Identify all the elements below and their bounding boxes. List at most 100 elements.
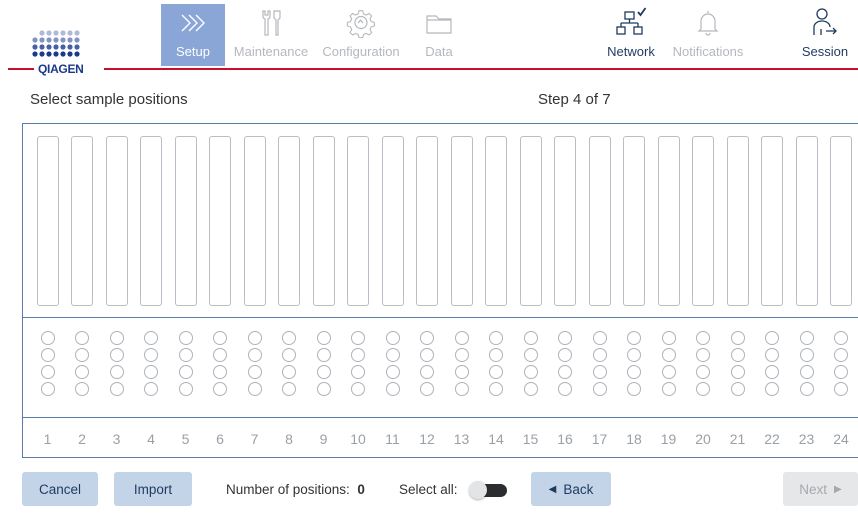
sample-strip[interactable] xyxy=(657,136,680,306)
sample-well[interactable] xyxy=(696,382,710,396)
sample-well[interactable] xyxy=(247,348,262,362)
sample-well[interactable] xyxy=(420,348,434,362)
sample-well[interactable] xyxy=(40,348,55,362)
sample-well[interactable] xyxy=(144,365,158,379)
sample-well[interactable] xyxy=(351,348,365,362)
sample-well[interactable] xyxy=(661,331,676,345)
sample-strip[interactable] xyxy=(795,136,818,306)
sample-well[interactable] xyxy=(489,382,503,396)
sample-strip[interactable] xyxy=(140,136,162,306)
sample-well[interactable] xyxy=(351,331,365,345)
next-button[interactable]: Next ▶ xyxy=(783,472,858,506)
sample-well[interactable] xyxy=(144,348,158,362)
sample-well[interactable] xyxy=(109,382,124,396)
sample-well[interactable] xyxy=(523,348,538,362)
sample-well[interactable] xyxy=(282,365,296,379)
sample-well[interactable] xyxy=(144,331,158,345)
sample-well[interactable] xyxy=(420,382,434,396)
sample-well[interactable] xyxy=(109,331,124,345)
sample-well[interactable] xyxy=(420,365,434,379)
sample-well[interactable] xyxy=(765,348,779,362)
sample-well[interactable] xyxy=(385,365,400,379)
sample-well[interactable] xyxy=(696,348,710,362)
sample-well[interactable] xyxy=(799,348,814,362)
nav-network[interactable]: Network xyxy=(600,4,662,66)
nav-data[interactable]: Data xyxy=(414,4,464,66)
sample-strip[interactable] xyxy=(347,136,369,306)
sample-well[interactable] xyxy=(316,365,331,379)
sample-well[interactable] xyxy=(40,382,55,396)
sample-strip[interactable] xyxy=(174,136,197,306)
sample-well[interactable] xyxy=(592,382,607,396)
sample-strip[interactable] xyxy=(209,136,231,306)
sample-strip[interactable] xyxy=(36,136,59,306)
sample-well[interactable] xyxy=(558,348,572,362)
sample-well[interactable] xyxy=(454,331,469,345)
sample-well[interactable] xyxy=(489,365,503,379)
sample-well[interactable] xyxy=(834,348,848,362)
sample-strip[interactable] xyxy=(485,136,507,306)
cancel-button[interactable]: Cancel xyxy=(22,472,98,506)
sample-strip[interactable] xyxy=(381,136,404,306)
sample-well[interactable] xyxy=(385,331,400,345)
sample-well[interactable] xyxy=(765,382,779,396)
sample-well[interactable] xyxy=(75,348,89,362)
sample-well[interactable] xyxy=(109,348,124,362)
sample-well[interactable] xyxy=(765,365,779,379)
sample-well[interactable] xyxy=(247,382,262,396)
sample-well[interactable] xyxy=(661,348,676,362)
sample-well[interactable] xyxy=(420,331,434,345)
sample-well[interactable] xyxy=(558,331,572,345)
sample-strip[interactable] xyxy=(312,136,335,306)
sample-well[interactable] xyxy=(523,365,538,379)
sample-well[interactable] xyxy=(799,382,814,396)
sample-well[interactable] xyxy=(696,331,710,345)
sample-strip[interactable] xyxy=(416,136,438,306)
sample-well[interactable] xyxy=(144,382,158,396)
sample-well[interactable] xyxy=(247,365,262,379)
sample-well[interactable] xyxy=(730,348,745,362)
sample-well[interactable] xyxy=(316,348,331,362)
sample-strip[interactable] xyxy=(623,136,645,306)
sample-well[interactable] xyxy=(316,382,331,396)
sample-well[interactable] xyxy=(213,365,227,379)
sample-well[interactable] xyxy=(627,348,641,362)
sample-well[interactable] xyxy=(661,365,676,379)
nav-configuration[interactable]: Configuration xyxy=(318,4,404,66)
nav-notifications[interactable]: Notifications xyxy=(665,4,751,66)
sample-well[interactable] xyxy=(592,348,607,362)
sample-well[interactable] xyxy=(282,348,296,362)
sample-well[interactable] xyxy=(627,365,641,379)
sample-well[interactable] xyxy=(730,382,745,396)
sample-well[interactable] xyxy=(316,331,331,345)
sample-well[interactable] xyxy=(351,382,365,396)
sample-well[interactable] xyxy=(385,348,400,362)
import-button[interactable]: Import xyxy=(114,472,192,506)
sample-well[interactable] xyxy=(178,331,193,345)
sample-well[interactable] xyxy=(558,382,572,396)
sample-well[interactable] xyxy=(385,382,400,396)
sample-well[interactable] xyxy=(489,348,503,362)
sample-well[interactable] xyxy=(523,331,538,345)
select-all-toggle[interactable] xyxy=(469,481,509,499)
sample-well[interactable] xyxy=(765,331,779,345)
sample-strip[interactable] xyxy=(450,136,473,306)
sample-strip[interactable] xyxy=(726,136,749,306)
sample-well[interactable] xyxy=(213,382,227,396)
sample-strip[interactable] xyxy=(243,136,266,306)
sample-well[interactable] xyxy=(592,365,607,379)
sample-well[interactable] xyxy=(558,365,572,379)
sample-well[interactable] xyxy=(40,331,55,345)
sample-well[interactable] xyxy=(834,382,848,396)
sample-well[interactable] xyxy=(40,365,55,379)
sample-well[interactable] xyxy=(489,331,503,345)
sample-well[interactable] xyxy=(75,382,89,396)
sample-well[interactable] xyxy=(75,365,89,379)
sample-strip[interactable] xyxy=(692,136,714,306)
nav-setup[interactable]: Setup xyxy=(161,4,225,66)
sample-strip[interactable] xyxy=(588,136,611,306)
sample-well[interactable] xyxy=(627,331,641,345)
sample-well[interactable] xyxy=(799,365,814,379)
sample-well[interactable] xyxy=(213,331,227,345)
sample-well[interactable] xyxy=(799,331,814,345)
